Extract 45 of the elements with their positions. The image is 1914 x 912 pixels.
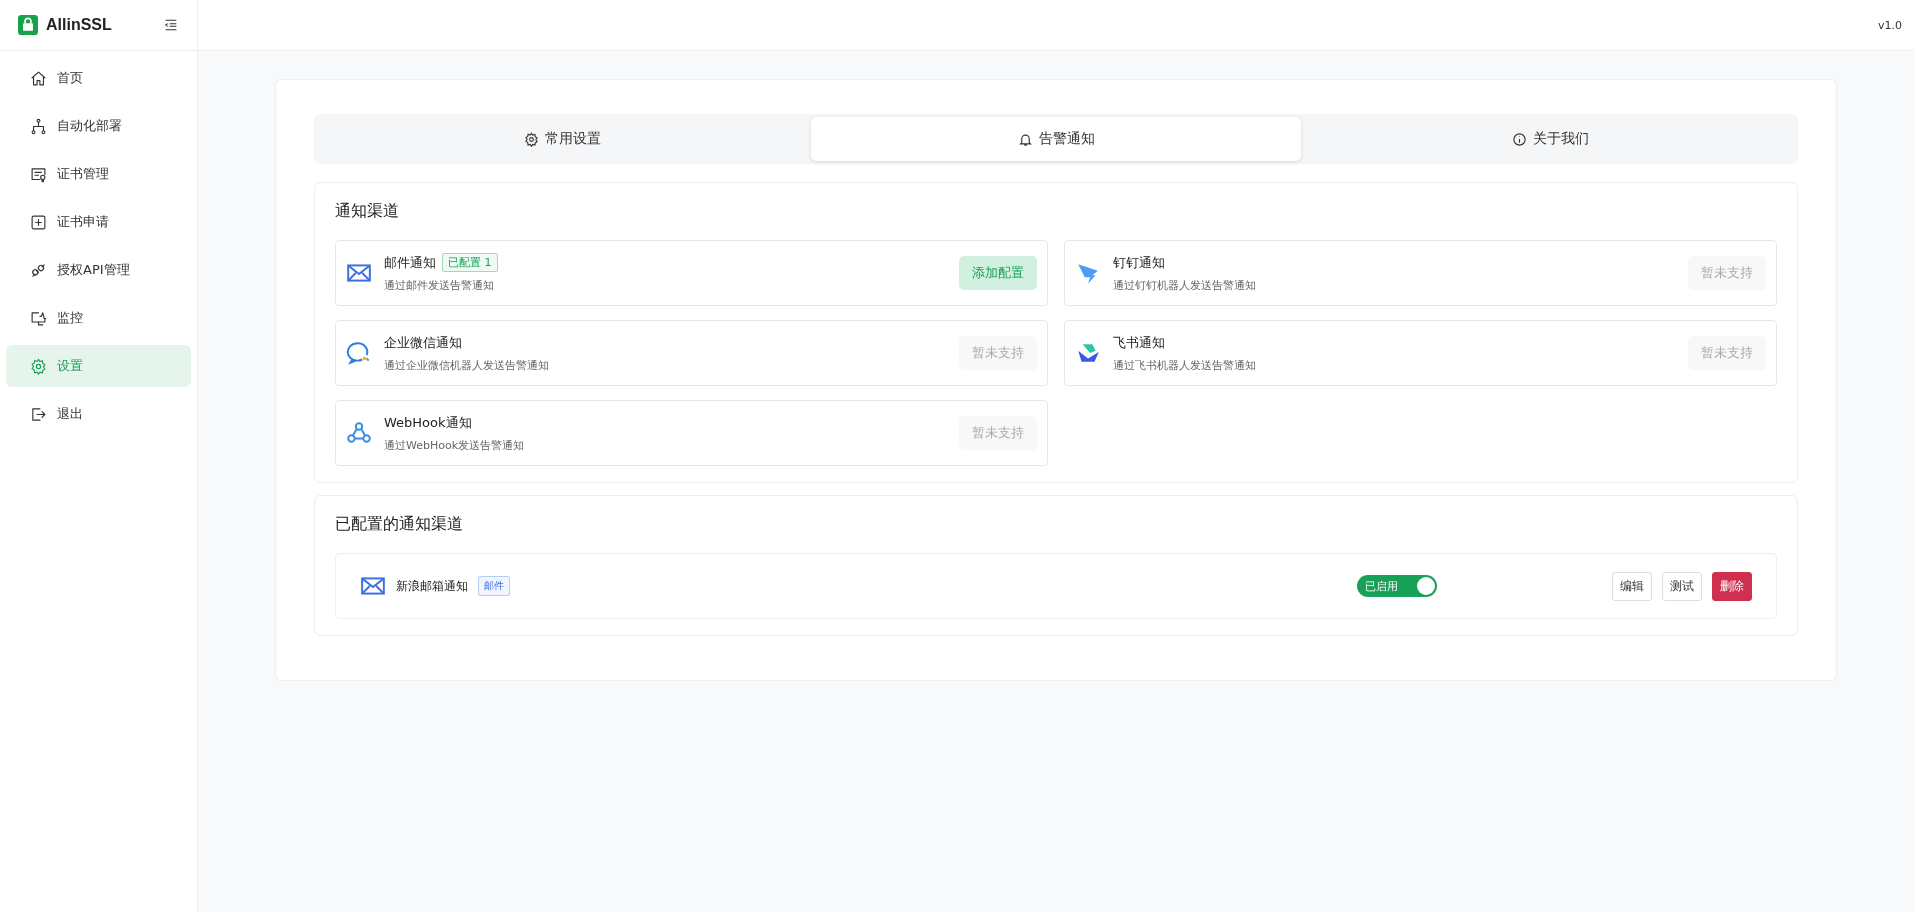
tab[interactable]: 告警通知 [811, 117, 1301, 161]
status-badge: 已配置 1 [442, 253, 498, 272]
plus-square-icon [30, 213, 47, 231]
nav-item[interactable]: 证书管理 [6, 153, 191, 195]
action-button[interactable]: 编辑 [1612, 571, 1652, 601]
chat-bubble-icon [346, 340, 372, 366]
channel-name: WebHook通知 [384, 413, 472, 432]
nav-item[interactable]: 首页 [6, 57, 191, 99]
nav-item[interactable]: 自动化部署 [6, 105, 191, 147]
channel-description: 通过飞书机器人发送告警通知 [1113, 357, 1257, 373]
menu-icon[interactable] [163, 17, 179, 33]
home-icon [30, 69, 47, 87]
section-title: 已配置的通知渠道 [335, 514, 464, 535]
lock-logo-icon [18, 15, 38, 35]
channel-description: 通过邮件发送告警通知 [384, 278, 495, 293]
certificate-icon [30, 165, 47, 183]
info-icon [1511, 131, 1527, 147]
nav-item[interactable]: 监控 [6, 297, 191, 339]
delete-button[interactable]: 删除 [1712, 571, 1752, 601]
channel-description: 通过WebHook发送告警通知 [384, 437, 526, 453]
channel-description: 通过企业微信机器人发送告警通知 [384, 357, 550, 373]
bell-icon [1017, 131, 1033, 147]
tab[interactable]: 关于我们 [1305, 117, 1795, 161]
nav-item[interactable]: 证书申请 [6, 201, 191, 243]
section-title: 通知渠道 [335, 201, 400, 222]
channel-name: 企业微信通知 [384, 333, 462, 352]
monitor-icon [30, 309, 47, 327]
channel-name: 新浪邮箱通知 [396, 577, 468, 595]
action-button[interactable]: 测试 [1662, 571, 1702, 601]
channel-name: 钉钉通知 [1113, 253, 1165, 272]
hierarchy-icon [30, 117, 47, 135]
settings-icon [523, 131, 539, 147]
version-label: v1.0 [1878, 18, 1902, 32]
type-tag: 邮件 [478, 576, 510, 596]
channel-name: 邮件通知 [384, 253, 436, 272]
link-icon [30, 261, 47, 279]
channel-description: 通过钉钉机器人发送告警通知 [1113, 277, 1257, 293]
brand-name: AllinSSL [46, 16, 113, 34]
nav-item[interactable]: 退出 [6, 393, 191, 435]
tab[interactable]: 常用设置 [317, 117, 807, 161]
webhook-icon [346, 420, 372, 446]
channel-name: 飞书通知 [1113, 333, 1165, 352]
nav-item[interactable]: 授权API管理 [6, 249, 191, 291]
logout-icon [30, 405, 47, 423]
settings-icon [30, 357, 47, 375]
